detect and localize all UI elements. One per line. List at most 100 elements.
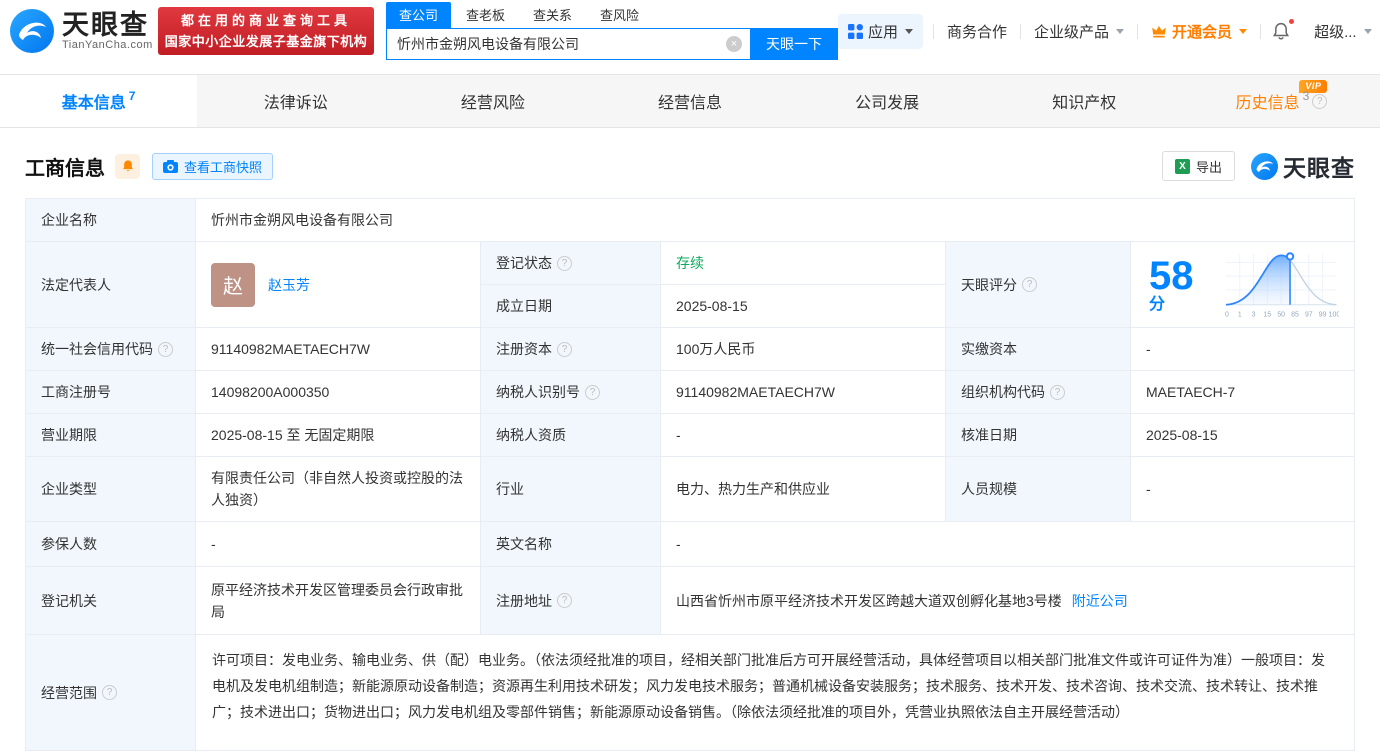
- svg-text:15: 15: [1263, 311, 1271, 318]
- tab-operating-risk-label: 经营风险: [461, 89, 525, 113]
- field-value-industry: 电力、热力生产和供应业: [661, 457, 946, 522]
- tab-company-development-label: 公司发展: [855, 89, 919, 113]
- field-label-business-term: 营业期限: [26, 414, 196, 457]
- tab-intellectual-property-label: 知识产权: [1052, 89, 1116, 113]
- tab-basic-info-label: 基本信息: [62, 89, 126, 113]
- help-icon[interactable]: ?: [557, 593, 572, 608]
- tab-basic-info[interactable]: 基本信息 7: [0, 75, 197, 127]
- svg-text:1: 1: [1237, 311, 1241, 318]
- nav-open-vip[interactable]: 开通会员: [1138, 21, 1260, 42]
- search-tab-boss[interactable]: 查老板: [453, 2, 518, 28]
- search-button[interactable]: 天眼一下: [750, 28, 838, 60]
- field-value-reg-capital: 100万人民币: [661, 328, 946, 371]
- help-icon[interactable]: ?: [557, 256, 572, 271]
- notification-dot: [1288, 18, 1295, 25]
- tab-legal[interactable]: 法律诉讼: [197, 75, 394, 127]
- field-label-english-name: 英文名称: [481, 522, 661, 567]
- search-tabs: 查公司 查老板 查关系 查风险: [386, 2, 838, 28]
- field-label-industry: 行业: [481, 457, 661, 522]
- score-unit: 分: [1149, 296, 1165, 313]
- nav-enterprise[interactable]: 企业级产品: [1021, 21, 1137, 42]
- tyc-score-cell[interactable]: 58分 0 1 3: [1131, 242, 1354, 328]
- nav-enterprise-label: 企业级产品: [1034, 21, 1109, 42]
- help-icon[interactable]: ?: [102, 685, 117, 700]
- field-value-business-scope: 许可项目：发电业务、输电业务、供（配）电业务。（依法须经批准的项目，经相关部门批…: [196, 635, 1354, 750]
- nav-cooperation[interactable]: 商务合作: [934, 21, 1020, 42]
- help-icon[interactable]: ?: [557, 342, 572, 357]
- score-marker: [1287, 253, 1293, 259]
- export-button-label: 导出: [1196, 157, 1222, 176]
- nav-apps-label: 应用: [868, 21, 898, 42]
- field-value-reg-authority: 原平经济技术开发区管理委员会行政审批局: [196, 567, 481, 635]
- nav-profile[interactable]: 超级...: [1301, 21, 1380, 42]
- field-value-establish-date: 2025-08-15: [661, 285, 946, 328]
- tianyancha-logo[interactable]: 天眼查 TianYanCha.com: [10, 9, 158, 53]
- legal-rep-link[interactable]: 赵玉芳: [268, 275, 310, 295]
- field-label-business-scope: 经营范围 ?: [26, 635, 196, 750]
- help-icon[interactable]: ?: [1022, 277, 1037, 292]
- logo-eye-icon: [10, 9, 54, 53]
- tab-operating-risk[interactable]: 经营风险: [394, 75, 591, 127]
- watermark-logo: 天眼查: [1251, 149, 1355, 183]
- excel-icon: X: [1175, 159, 1190, 174]
- svg-text:100: 100: [1328, 311, 1339, 318]
- help-icon[interactable]: ?: [585, 385, 600, 400]
- section-title: 工商信息: [25, 152, 105, 181]
- snapshot-button[interactable]: 查看工商快照: [152, 153, 273, 180]
- field-value-taxpayer-id: 91140982MAETAECH7W: [661, 371, 946, 414]
- search-tab-company[interactable]: 查公司: [386, 2, 451, 28]
- nav-apps[interactable]: 应用: [838, 14, 923, 49]
- svg-text:99: 99: [1318, 311, 1326, 318]
- svg-text:3: 3: [1251, 311, 1255, 318]
- tab-history-info-count: 3: [1303, 89, 1310, 103]
- nav-cooperation-label: 商务合作: [947, 21, 1007, 42]
- tab-intellectual-property[interactable]: 知识产权: [986, 75, 1183, 127]
- field-label-reg-capital: 注册资本 ?: [481, 328, 661, 371]
- field-label-legal-rep: 法定代表人: [26, 242, 196, 328]
- field-label-tyc-score: 天眼评分 ?: [946, 242, 1131, 328]
- field-label-staff-size: 人员规模: [946, 457, 1131, 522]
- field-label-taxpayer-id: 纳税人识别号 ?: [481, 371, 661, 414]
- clear-icon[interactable]: ×: [726, 36, 742, 52]
- field-value-staff-size: -: [1131, 457, 1354, 522]
- tab-company-development[interactable]: 公司发展: [789, 75, 986, 127]
- field-label-reg-number: 工商注册号: [26, 371, 196, 414]
- search-tab-risk[interactable]: 查风险: [587, 2, 652, 28]
- field-value-company-name: 忻州市金朔风电设备有限公司: [196, 199, 1354, 242]
- field-label-reg-address: 注册地址 ?: [481, 567, 661, 635]
- nearby-companies-link[interactable]: 附近公司: [1072, 591, 1128, 611]
- field-value-reg-status: 存续: [661, 242, 946, 285]
- notification-bell[interactable]: [1261, 21, 1301, 41]
- field-label-credit-code: 统一社会信用代码 ?: [26, 328, 196, 371]
- svg-text:85: 85: [1291, 311, 1299, 318]
- camera-icon: [163, 160, 178, 173]
- avatar[interactable]: 赵: [211, 263, 255, 307]
- help-icon[interactable]: ?: [158, 342, 173, 357]
- nav-open-vip-label: 开通会员: [1172, 21, 1232, 42]
- status-badge: 存续: [676, 253, 704, 273]
- field-label-reg-authority: 登记机关: [26, 567, 196, 635]
- tab-history-info[interactable]: VIP 历史信息 3 ?: [1183, 75, 1380, 127]
- field-label-company-type: 企业类型: [26, 457, 196, 522]
- snapshot-button-label: 查看工商快照: [184, 157, 262, 176]
- search-tab-relation[interactable]: 查关系: [520, 2, 585, 28]
- logo-eye-icon: [1251, 153, 1278, 180]
- field-label-company-name: 企业名称: [26, 199, 196, 242]
- top-header: 天眼查 TianYanCha.com 都在用的商业查询工具 国家中小企业发展子基…: [0, 0, 1380, 62]
- export-button[interactable]: X 导出: [1162, 151, 1235, 181]
- help-icon[interactable]: ?: [1050, 385, 1065, 400]
- subscribe-bell-chip[interactable]: [115, 154, 140, 179]
- help-icon[interactable]: ?: [1312, 94, 1327, 109]
- search-input[interactable]: [386, 28, 750, 60]
- chevron-down-icon: [905, 29, 913, 34]
- field-value-reg-number: 14098200A000350: [196, 371, 481, 414]
- tab-legal-label: 法律诉讼: [264, 89, 328, 113]
- tab-operating-info[interactable]: 经营信息: [591, 75, 788, 127]
- field-value-reg-address: 山西省忻州市原平经济技术开发区跨越大道双创孵化基地3号楼 附近公司: [661, 567, 1354, 635]
- field-value-insured-count: -: [196, 522, 481, 567]
- field-value-english-name: -: [661, 522, 1354, 567]
- field-label-paid-capital: 实缴资本: [946, 328, 1131, 371]
- business-info-table: 企业名称 忻州市金朔风电设备有限公司 法定代表人 赵 赵玉芳 登记状态 ? 存续…: [25, 198, 1355, 751]
- slogan-line2: 国家中小企业发展子基金旗下机构: [165, 31, 368, 52]
- field-value-org-code: MAETAECH-7: [1131, 371, 1354, 414]
